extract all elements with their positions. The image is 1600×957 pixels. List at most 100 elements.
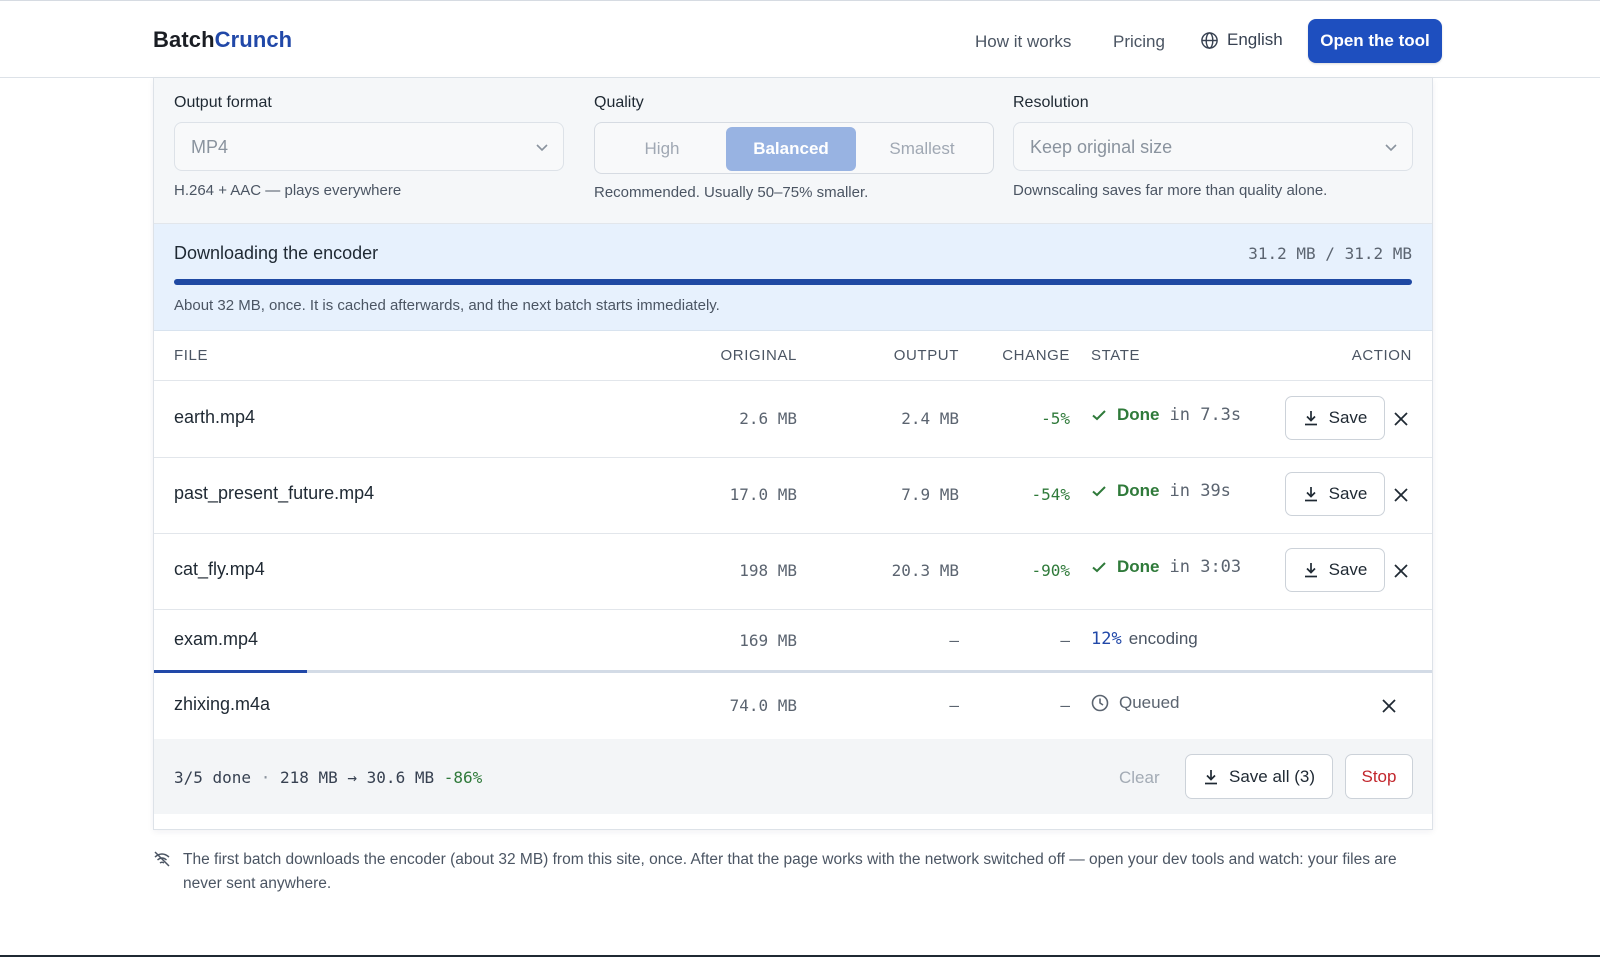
row-state: Done in 39s bbox=[1091, 481, 1231, 501]
table-row: past_present_future.mp4 17.0 MB 7.9 MB -… bbox=[154, 457, 1432, 534]
close-icon[interactable] bbox=[1380, 697, 1398, 715]
download-icon bbox=[1304, 563, 1317, 578]
quality-hint: Recommended. Usually 50–75% smaller. bbox=[594, 184, 869, 201]
save-button[interactable]: Save bbox=[1285, 396, 1385, 440]
col-action: ACTION bbox=[1351, 347, 1412, 364]
open-tool-button[interactable]: Open the tool bbox=[1308, 19, 1442, 63]
row-state: Done in 3:03 bbox=[1091, 557, 1241, 577]
globe-icon bbox=[1201, 31, 1218, 49]
quality-option-smallest[interactable]: Smallest bbox=[857, 127, 987, 171]
top-navigation: BatchCrunch How it works Pricing English… bbox=[0, 0, 1600, 78]
resolution-hint: Downscaling saves far more than quality … bbox=[1013, 182, 1328, 199]
offline-note-text: The first batch downloads the encoder (a… bbox=[183, 851, 1397, 892]
summary-sizes: 218 MB → 30.6 MB bbox=[279, 768, 435, 787]
stop-button[interactable]: Stop bbox=[1345, 754, 1413, 799]
save-button[interactable]: Save bbox=[1285, 548, 1385, 592]
language-label: English bbox=[1227, 30, 1283, 49]
quality-label: Quality bbox=[594, 94, 644, 111]
size-change: -54% bbox=[1031, 485, 1070, 504]
download-icon bbox=[1304, 411, 1317, 426]
brand-text: Batch bbox=[153, 27, 215, 52]
format-hint: H.264 + AAC — plays everywhere bbox=[174, 182, 402, 199]
download-icon bbox=[1304, 487, 1317, 502]
wifi-off-icon bbox=[154, 851, 170, 867]
table-row: earth.mp4 2.6 MB 2.4 MB -5% Done in 7.3s… bbox=[154, 381, 1432, 458]
state-label: Done bbox=[1117, 557, 1160, 576]
file-name: past_present_future.mp4 bbox=[174, 483, 375, 503]
row-state: 12% encoding bbox=[1091, 629, 1198, 649]
save-label: Save bbox=[1328, 484, 1368, 503]
download-size: 31.2 MB / 31.2 MB bbox=[1248, 244, 1412, 263]
output-size: – bbox=[949, 696, 959, 715]
brand-accent-text: Crunch bbox=[214, 27, 293, 52]
output-size: 7.9 MB bbox=[901, 485, 959, 504]
close-icon[interactable] bbox=[1392, 486, 1410, 504]
nav-pricing[interactable]: Pricing bbox=[1113, 32, 1165, 52]
file-name: earth.mp4 bbox=[174, 407, 256, 427]
save-all-button[interactable]: Save all (3) bbox=[1185, 754, 1333, 799]
close-icon[interactable] bbox=[1392, 562, 1410, 580]
col-change: CHANGE bbox=[1002, 347, 1070, 364]
resolution-value: Keep original size bbox=[1030, 137, 1173, 157]
state-label: Done bbox=[1117, 481, 1160, 500]
download-progress-fill bbox=[174, 279, 1412, 285]
row-state: Queued bbox=[1091, 693, 1180, 713]
quality-option-high[interactable]: High bbox=[599, 127, 725, 171]
output-size: 20.3 MB bbox=[891, 561, 959, 580]
size-change: – bbox=[1060, 696, 1070, 715]
encoding-percent: 12% bbox=[1091, 629, 1122, 649]
quality-option-balanced[interactable]: Balanced bbox=[726, 127, 856, 171]
brand-logo[interactable]: BatchCrunch bbox=[153, 27, 292, 53]
close-icon[interactable] bbox=[1392, 410, 1410, 428]
original-size: 17.0 MB bbox=[729, 485, 797, 504]
size-change: – bbox=[1060, 631, 1070, 650]
download-icon bbox=[1205, 769, 1217, 784]
check-icon bbox=[1092, 486, 1106, 497]
state-label: Queued bbox=[1119, 693, 1180, 712]
output-size: 2.4 MB bbox=[901, 409, 959, 428]
format-label: Output format bbox=[174, 94, 272, 111]
original-size: 198 MB bbox=[739, 561, 797, 580]
original-size: 169 MB bbox=[739, 631, 797, 650]
original-size: 74.0 MB bbox=[729, 696, 797, 715]
resolution-label: Resolution bbox=[1013, 94, 1089, 111]
batch-footer: 3/5 done · 218 MB → 30.6 MB -86% Clear S… bbox=[154, 739, 1432, 814]
output-size: – bbox=[949, 631, 959, 650]
size-change: -5% bbox=[1041, 409, 1070, 428]
col-state: STATE bbox=[1091, 347, 1141, 364]
col-file: FILE bbox=[174, 347, 209, 364]
col-original: ORIGINAL bbox=[720, 347, 797, 364]
download-note: About 32 MB, once. It is cached afterwar… bbox=[174, 297, 720, 314]
converter-panel: Output format MP4 H.264 + AAC — plays ev… bbox=[153, 78, 1433, 830]
download-progress-bar bbox=[174, 279, 1412, 285]
save-all-label: Save all (3) bbox=[1229, 766, 1315, 786]
file-name: zhixing.m4a bbox=[174, 694, 271, 714]
encoder-download-banner: Downloading the encoder 31.2 MB / 31.2 M… bbox=[154, 224, 1432, 331]
chevron-down-icon bbox=[1385, 144, 1397, 152]
settings-section: Output format MP4 H.264 + AAC — plays ev… bbox=[154, 78, 1432, 224]
check-icon bbox=[1092, 410, 1106, 421]
summary-done: 3/5 done bbox=[174, 768, 252, 787]
check-icon bbox=[1092, 562, 1106, 573]
save-label: Save bbox=[1328, 560, 1368, 579]
chevron-down-icon bbox=[536, 144, 548, 152]
clear-button[interactable]: Clear bbox=[1119, 768, 1160, 788]
clock-icon bbox=[1091, 694, 1109, 712]
format-select[interactable]: MP4 bbox=[174, 122, 564, 171]
table-row: exam.mp4 169 MB – – 12% encoding bbox=[154, 609, 1432, 673]
state-detail: in 7.3s bbox=[1169, 405, 1242, 425]
state-detail: in 3:03 bbox=[1169, 557, 1242, 577]
format-value: MP4 bbox=[191, 137, 229, 157]
row-state: Done in 7.3s bbox=[1091, 405, 1241, 425]
language-selector[interactable]: English bbox=[1200, 30, 1283, 50]
resolution-select[interactable]: Keep original size bbox=[1013, 122, 1413, 171]
col-output: OUTPUT bbox=[893, 347, 959, 364]
save-button[interactable]: Save bbox=[1285, 472, 1385, 516]
nav-how-it-works[interactable]: How it works bbox=[975, 32, 1071, 52]
batch-summary: 3/5 done · 218 MB → 30.6 MB -86% bbox=[174, 768, 483, 787]
original-size: 2.6 MB bbox=[739, 409, 797, 428]
file-name: cat_fly.mp4 bbox=[174, 559, 265, 579]
state-detail: encoding bbox=[1128, 629, 1198, 648]
quality-segmented-control: High Balanced Smallest bbox=[594, 122, 994, 174]
download-title: Downloading the encoder bbox=[174, 243, 379, 263]
